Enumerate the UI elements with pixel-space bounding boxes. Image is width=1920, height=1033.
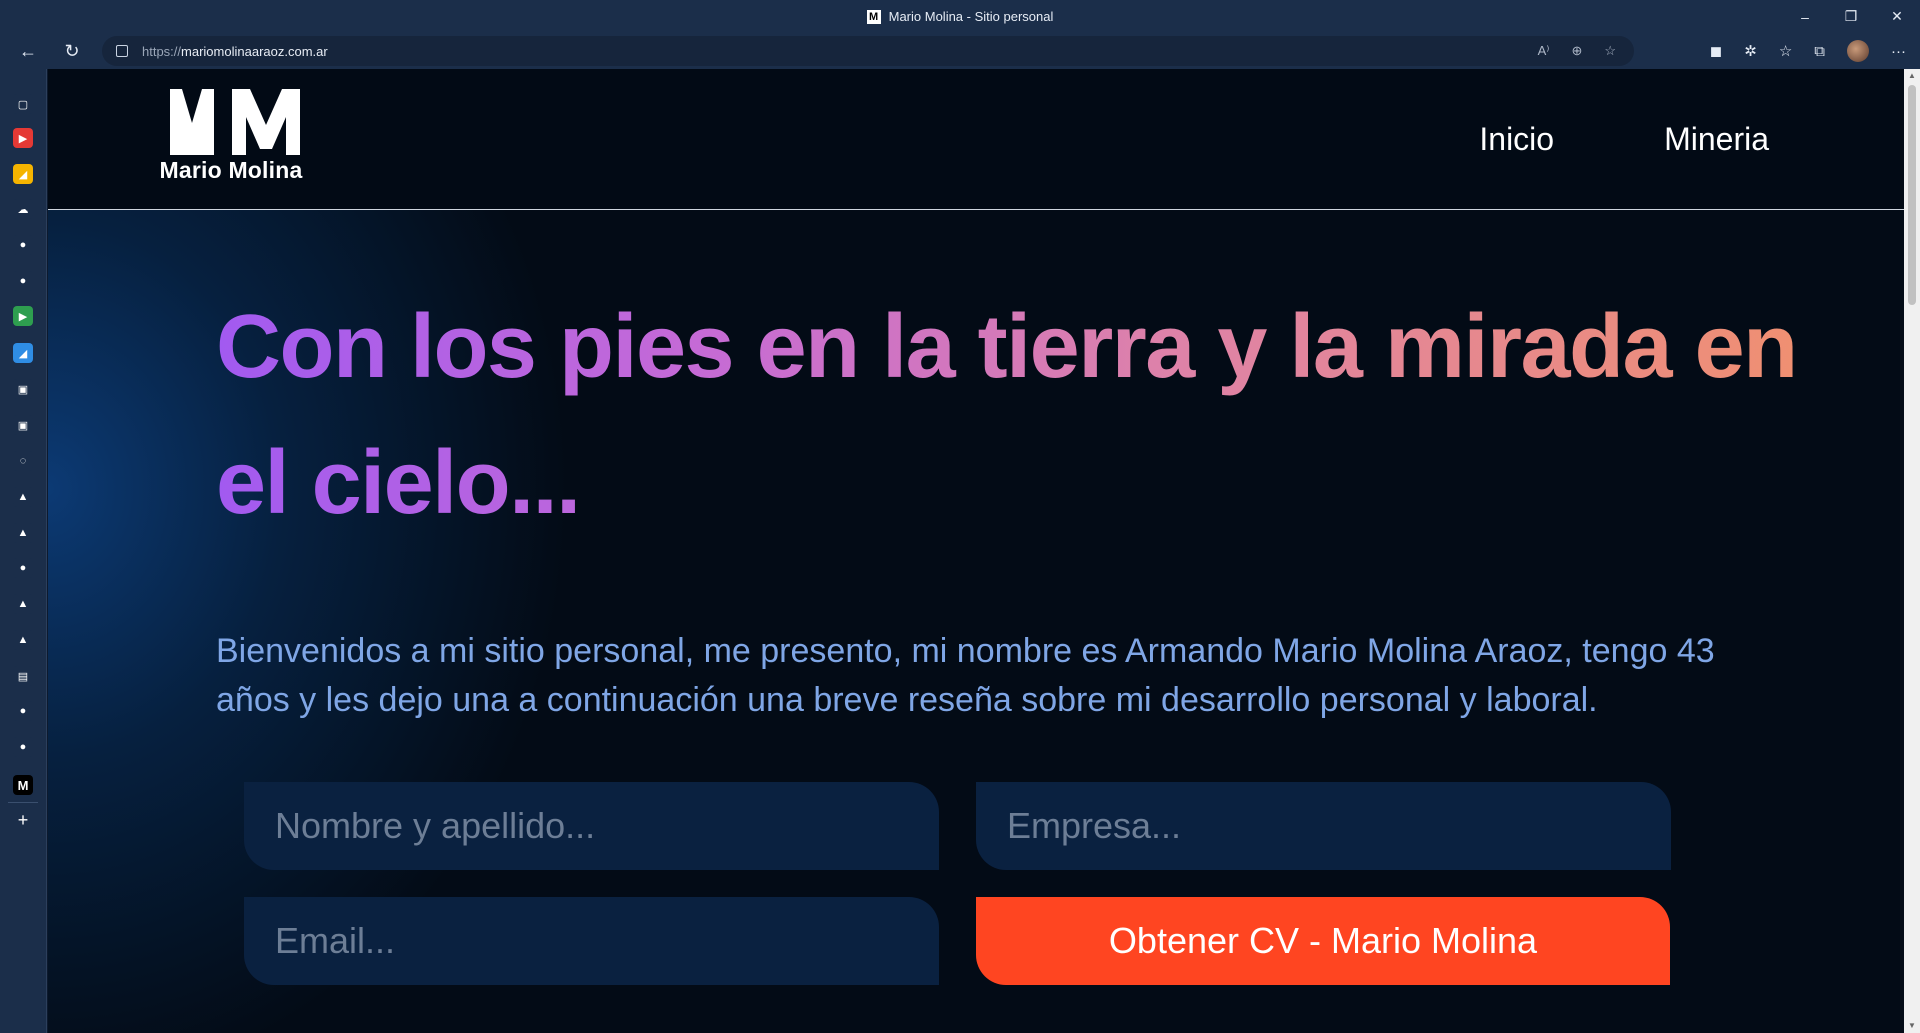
intro-text: Bienvenidos a mi sitio personal, me pres…: [216, 632, 1715, 719]
collections-icon[interactable]: ⧉: [1814, 43, 1825, 60]
url-host: mariomolinaaraoz.com.ar: [181, 43, 328, 59]
image-icon[interactable]: ▣: [13, 379, 33, 399]
browser-sidebar: ▢ ▶ ◢ ☁ ● ● ▶ ◢ ▣ ▣ ◌ ▲ ▲ ● ▲ ▲ ▤ ● ● M +: [0, 69, 47, 1033]
extensions-icon[interactable]: ✲: [1744, 42, 1757, 60]
cloud-icon[interactable]: ☁: [13, 199, 33, 219]
email-field[interactable]: [244, 897, 939, 985]
github-icon[interactable]: ●: [13, 235, 33, 255]
close-button[interactable]: ✕: [1874, 0, 1920, 33]
mario-molina-tab-icon[interactable]: M: [13, 775, 33, 795]
back-button[interactable]: ←: [6, 33, 50, 69]
app-blue-icon[interactable]: ◢: [13, 343, 33, 363]
image-icon-2[interactable]: ▣: [13, 415, 33, 435]
scroll-thumb[interactable]: [1908, 85, 1916, 305]
site-logo[interactable]: Mario Molina: [158, 89, 304, 189]
triangle-icon-3[interactable]: ▲: [13, 594, 33, 614]
zoom-icon[interactable]: ⊕: [1571, 43, 1582, 59]
more-menu-icon[interactable]: ···: [1891, 43, 1906, 60]
url-scheme: https://: [142, 43, 182, 59]
read-aloud-icon[interactable]: A⁾: [1538, 43, 1550, 59]
browser-toolbar: ← ↻ https://mariomolinaaraoz.com.ar A⁾ ⊕…: [0, 33, 1920, 69]
site-nav: Inicio Mineria: [1479, 121, 1769, 158]
tabs-icon[interactable]: ▢: [13, 94, 33, 114]
toolbar-icons: ◼ ✲ ☆ ⧉ ···: [1710, 33, 1906, 69]
youtube-icon[interactable]: ▶: [13, 128, 33, 148]
window-title: Mario Molina - Sitio personal: [888, 9, 1054, 24]
circle-blue-icon[interactable]: ◌: [13, 451, 33, 471]
get-cv-button[interactable]: Obtener CV - Mario Molina: [976, 897, 1670, 985]
scroll-up-icon[interactable]: ▲: [1904, 69, 1920, 83]
lock-icon[interactable]: [116, 45, 128, 57]
circle-white-icon[interactable]: ●: [13, 737, 33, 757]
minimize-button[interactable]: –: [1782, 0, 1828, 33]
reload-button[interactable]: ↻: [50, 33, 94, 69]
sidebar-add-icon[interactable]: +: [13, 810, 33, 830]
circle-gray-icon[interactable]: ●: [13, 558, 33, 578]
favorite-add-icon[interactable]: ☆: [1604, 43, 1616, 59]
triangle-icon-4[interactable]: ▲: [13, 630, 33, 650]
shield-extension-icon[interactable]: ◼: [1710, 42, 1722, 60]
window-titlebar: M Mario Molina - Sitio personal – ❐ ✕: [0, 0, 1920, 33]
scroll-down-icon[interactable]: ▼: [1904, 1019, 1920, 1033]
document-icon[interactable]: ▤: [13, 666, 33, 686]
window-controls: – ❐ ✕: [1782, 0, 1920, 33]
name-field[interactable]: [244, 782, 939, 870]
play-green-icon[interactable]: ▶: [13, 306, 33, 326]
sidebar-divider: [8, 802, 38, 803]
logo-name: Mario Molina: [159, 157, 303, 183]
app-yellow-icon[interactable]: ◢: [13, 164, 33, 184]
address-bar-icons: A⁾ ⊕ ☆: [1538, 36, 1616, 66]
nav-link-inicio[interactable]: Inicio: [1479, 121, 1554, 158]
favorites-icon[interactable]: ☆: [1779, 42, 1792, 60]
nav-link-mineria[interactable]: Mineria: [1664, 121, 1769, 158]
page-scrollbar[interactable]: ▲ ▼: [1904, 69, 1920, 1033]
circle-gray-icon-2[interactable]: ●: [13, 701, 33, 721]
site-favicon-icon: M: [866, 9, 881, 24]
company-field[interactable]: [976, 782, 1671, 870]
triangle-icon[interactable]: ▲: [13, 487, 33, 507]
profile-avatar[interactable]: [1847, 40, 1869, 62]
site-header: Mario Molina Inicio Mineria: [48, 69, 1904, 210]
web-page: Mario Molina Inicio Mineria Con los pies…: [48, 69, 1904, 1033]
restore-button[interactable]: ❐: [1828, 0, 1874, 33]
mm-logo-icon: [170, 89, 300, 155]
triangle-icon-2[interactable]: ▲: [13, 523, 33, 543]
github-dim-icon[interactable]: ●: [13, 271, 33, 291]
address-bar[interactable]: https://mariomolinaaraoz.com.ar A⁾ ⊕ ☆: [102, 36, 1634, 66]
hero-title: Con los pies en la tierra y la mirada en…: [216, 279, 1816, 551]
